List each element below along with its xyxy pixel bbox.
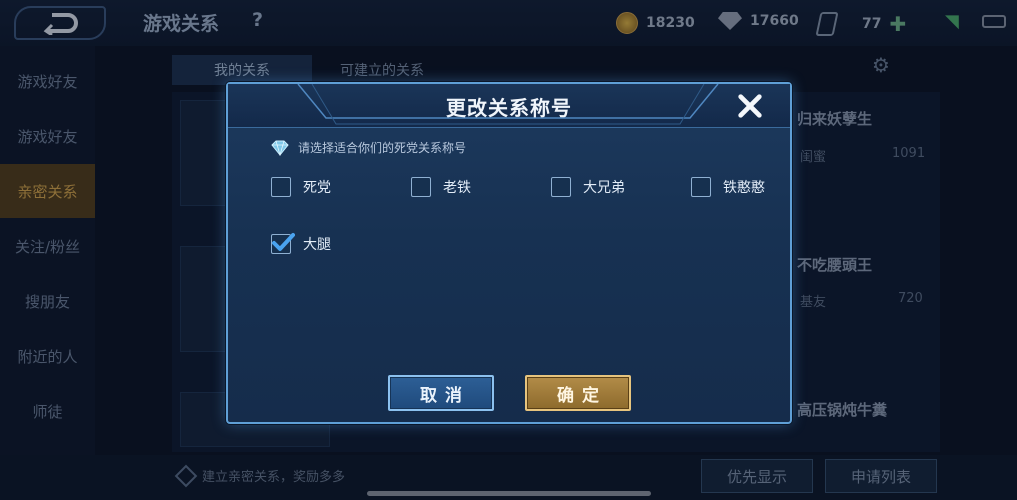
dialog-title: 更改关系称号 [446,96,572,120]
option-sidang[interactable]: 死党 [271,177,331,197]
confirm-button[interactable]: 确定 [525,375,631,411]
dialog-prompt: 请选择适合你们的死党关系称号 [270,139,466,156]
dialog-header: 更改关系称号 [228,84,790,128]
option-label: 大兄弟 [583,180,625,196]
option-checkbox-checked[interactable] [271,233,295,254]
option-daxiongdi[interactable]: 大兄弟 [551,177,625,197]
option-checkbox[interactable] [551,177,571,197]
change-relation-title-dialog: 更改关系称号 请选择适合你们的死党关系称号 死党 老铁 大兄弟 铁憨憨 大腿 取… [226,82,792,424]
option-checkbox[interactable] [691,177,711,197]
option-label: 老铁 [443,180,471,196]
option-datui[interactable]: 大腿 [271,233,331,254]
option-checkbox[interactable] [271,177,291,197]
cancel-button[interactable]: 取消 [388,375,494,411]
close-icon [738,94,762,118]
option-label: 大腿 [303,237,331,253]
option-label: 铁憨憨 [723,180,765,196]
close-button[interactable] [735,91,765,121]
option-label: 死党 [303,180,331,196]
option-laotie[interactable]: 老铁 [411,177,471,197]
option-checkbox[interactable] [411,177,431,197]
gem-icon [271,140,289,156]
checkmark-icon [272,233,295,251]
dialog-prompt-text: 请选择适合你们的死党关系称号 [298,141,467,155]
option-tiehanhan[interactable]: 铁憨憨 [691,177,765,197]
